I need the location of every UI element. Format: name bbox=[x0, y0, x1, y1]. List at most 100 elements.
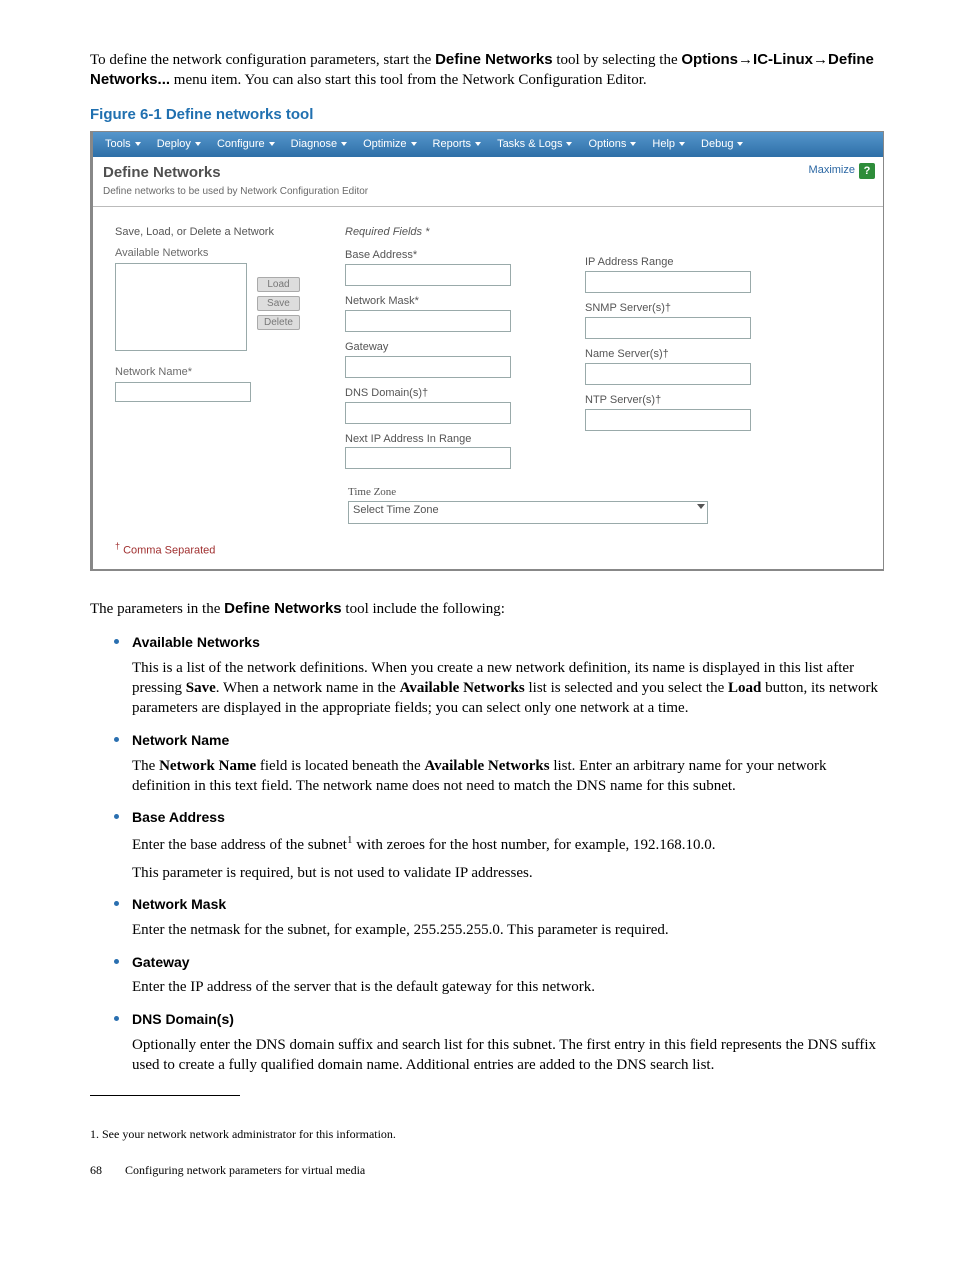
figure-caption: Figure 6-1 Define networks tool bbox=[90, 105, 884, 125]
intro-bold1: Define Networks bbox=[435, 51, 553, 68]
gateway-label: Gateway bbox=[345, 340, 555, 355]
bullet-icon bbox=[114, 1016, 119, 1021]
time-zone-select[interactable]: Select Time Zone bbox=[348, 501, 708, 524]
bullet-icon bbox=[114, 901, 119, 906]
time-zone-label: Time Zone bbox=[348, 485, 883, 500]
snmp-label: SNMP Server(s)† bbox=[585, 301, 751, 316]
time-zone-value: Select Time Zone bbox=[353, 504, 439, 516]
page-footer: 68 Configuring network parameters for vi… bbox=[90, 1162, 884, 1178]
bullet-icon bbox=[114, 639, 119, 644]
bullet-icon bbox=[114, 814, 119, 819]
name-server-label: Name Server(s)† bbox=[585, 347, 751, 362]
dns-domain-label: DNS Domain(s)† bbox=[345, 386, 555, 401]
available-networks-label: Available Networks bbox=[115, 246, 315, 261]
menu-configure[interactable]: Configure bbox=[211, 135, 285, 154]
list-item-body: The Network Name field is located beneat… bbox=[132, 756, 884, 797]
define-networks-tool: Tools Deploy Configure Diagnose Optimize… bbox=[90, 131, 884, 571]
list-item-body: Enter the base address of the subnet1 wi… bbox=[132, 833, 884, 884]
intro-text: To define the network configuration para… bbox=[90, 52, 435, 68]
list-item-paragraph: Enter the IP address of the server that … bbox=[132, 977, 884, 997]
snmp-input[interactable] bbox=[585, 317, 751, 339]
ip-range-label: IP Address Range bbox=[585, 255, 751, 270]
list-item-paragraph: This is a list of the network definition… bbox=[132, 658, 884, 719]
title-bar: Define Networks Define networks to be us… bbox=[93, 157, 883, 208]
list-item-label: Network Mask bbox=[132, 895, 884, 914]
list-item: DNS Domain(s) Optionally enter the DNS do… bbox=[114, 1010, 884, 1075]
menu-deploy[interactable]: Deploy bbox=[151, 135, 211, 154]
name-server-input[interactable] bbox=[585, 363, 751, 385]
form-area: Save, Load, or Delete a Network Availabl… bbox=[93, 207, 883, 479]
menu-optimize[interactable]: Optimize bbox=[357, 135, 426, 154]
list-item-label: Gateway bbox=[132, 953, 884, 972]
list-item-label: Network Name bbox=[132, 731, 884, 750]
list-item: Available Networks This is a list of the … bbox=[114, 633, 884, 719]
page-number: 68 bbox=[90, 1162, 122, 1178]
intro-post: menu item. You can also start this tool … bbox=[170, 72, 647, 88]
params-intro: The parameters in the Define Networks to… bbox=[90, 599, 884, 619]
help-icon[interactable]: ? bbox=[859, 163, 875, 179]
ip-range-input[interactable] bbox=[585, 271, 751, 293]
ntp-label: NTP Server(s)† bbox=[585, 393, 751, 408]
parameter-list: Available Networks This is a list of the … bbox=[90, 633, 884, 1075]
page-subtitle: Define networks to be used by Network Co… bbox=[103, 185, 368, 199]
intro-paragraph: To define the network configuration para… bbox=[90, 50, 884, 91]
params-intro-bold: Define Networks bbox=[224, 600, 342, 617]
page-footer-text: Configuring network parameters for virtu… bbox=[125, 1163, 365, 1177]
base-address-input[interactable] bbox=[345, 264, 511, 286]
params-intro-pre: The parameters in the bbox=[90, 601, 224, 617]
delete-button[interactable]: Delete bbox=[257, 315, 300, 330]
chevron-down-icon bbox=[697, 504, 705, 509]
gateway-input[interactable] bbox=[345, 356, 511, 378]
arrow-icon: → bbox=[813, 51, 828, 68]
base-address-label: Base Address* bbox=[345, 248, 555, 263]
dns-domain-input[interactable] bbox=[345, 402, 511, 424]
list-item-paragraph: Optionally enter the DNS domain suffix a… bbox=[132, 1035, 884, 1076]
page-title: Define Networks bbox=[103, 163, 368, 183]
menu-tasks-logs[interactable]: Tasks & Logs bbox=[491, 135, 582, 154]
ntp-input[interactable] bbox=[585, 409, 751, 431]
arrow-icon: → bbox=[738, 51, 753, 68]
maximize-link[interactable]: Maximize bbox=[809, 163, 855, 178]
intro-bold2: Options bbox=[681, 51, 738, 68]
list-item-paragraph: Enter the base address of the subnet1 wi… bbox=[132, 833, 884, 855]
bullet-icon bbox=[114, 959, 119, 964]
list-item-paragraph: Enter the netmask for the subnet, for ex… bbox=[132, 920, 884, 940]
menu-tools[interactable]: Tools bbox=[99, 135, 151, 154]
required-fields-header: Required Fields * bbox=[345, 225, 555, 240]
footnote-1: 1. See your network network administrato… bbox=[90, 1126, 884, 1142]
next-ip-input[interactable] bbox=[345, 447, 511, 469]
menu-options[interactable]: Options bbox=[582, 135, 646, 154]
params-intro-post: tool include the following: bbox=[342, 601, 505, 617]
load-button[interactable]: Load bbox=[257, 277, 300, 292]
menu-diagnose[interactable]: Diagnose bbox=[285, 135, 357, 154]
list-item-label: DNS Domain(s) bbox=[132, 1010, 884, 1029]
comma-separated-footnote: † † Comma SeparatedComma Separated bbox=[93, 536, 883, 569]
save-button[interactable]: Save bbox=[257, 296, 300, 311]
intro-mid1: tool by selecting the bbox=[553, 52, 682, 68]
list-item-body: This is a list of the network definition… bbox=[132, 658, 884, 719]
list-item: Network Name The Network Name field is lo… bbox=[114, 731, 884, 796]
list-item: Gateway Enter the IP address of the serve… bbox=[114, 953, 884, 998]
list-item: Network Mask Enter the netmask for the su… bbox=[114, 895, 884, 940]
menu-bar: Tools Deploy Configure Diagnose Optimize… bbox=[93, 132, 883, 157]
list-item-paragraph: This parameter is required, but is not u… bbox=[132, 863, 884, 883]
bullet-icon bbox=[114, 737, 119, 742]
network-mask-input[interactable] bbox=[345, 310, 511, 332]
intro-bold3: IC-Linux bbox=[753, 51, 813, 68]
list-item-label: Base Address bbox=[132, 808, 884, 827]
menu-debug[interactable]: Debug bbox=[695, 135, 753, 154]
list-item: Base Address Enter the base address of th… bbox=[114, 808, 884, 883]
list-item-body: Enter the IP address of the server that … bbox=[132, 977, 884, 997]
network-name-label: Network Name* bbox=[115, 365, 315, 380]
menu-reports[interactable]: Reports bbox=[427, 135, 492, 154]
network-name-input[interactable] bbox=[115, 382, 251, 402]
next-ip-label: Next IP Address In Range bbox=[345, 432, 555, 447]
available-networks-list[interactable] bbox=[115, 263, 247, 351]
list-item-label: Available Networks bbox=[132, 633, 884, 652]
network-mask-label: Network Mask* bbox=[345, 294, 555, 309]
list-item-body: Optionally enter the DNS domain suffix a… bbox=[132, 1035, 884, 1076]
list-item-body: Enter the netmask for the subnet, for ex… bbox=[132, 920, 884, 940]
menu-help[interactable]: Help bbox=[646, 135, 695, 154]
save-load-heading: Save, Load, or Delete a Network bbox=[115, 225, 315, 240]
footnote-rule bbox=[90, 1095, 240, 1096]
